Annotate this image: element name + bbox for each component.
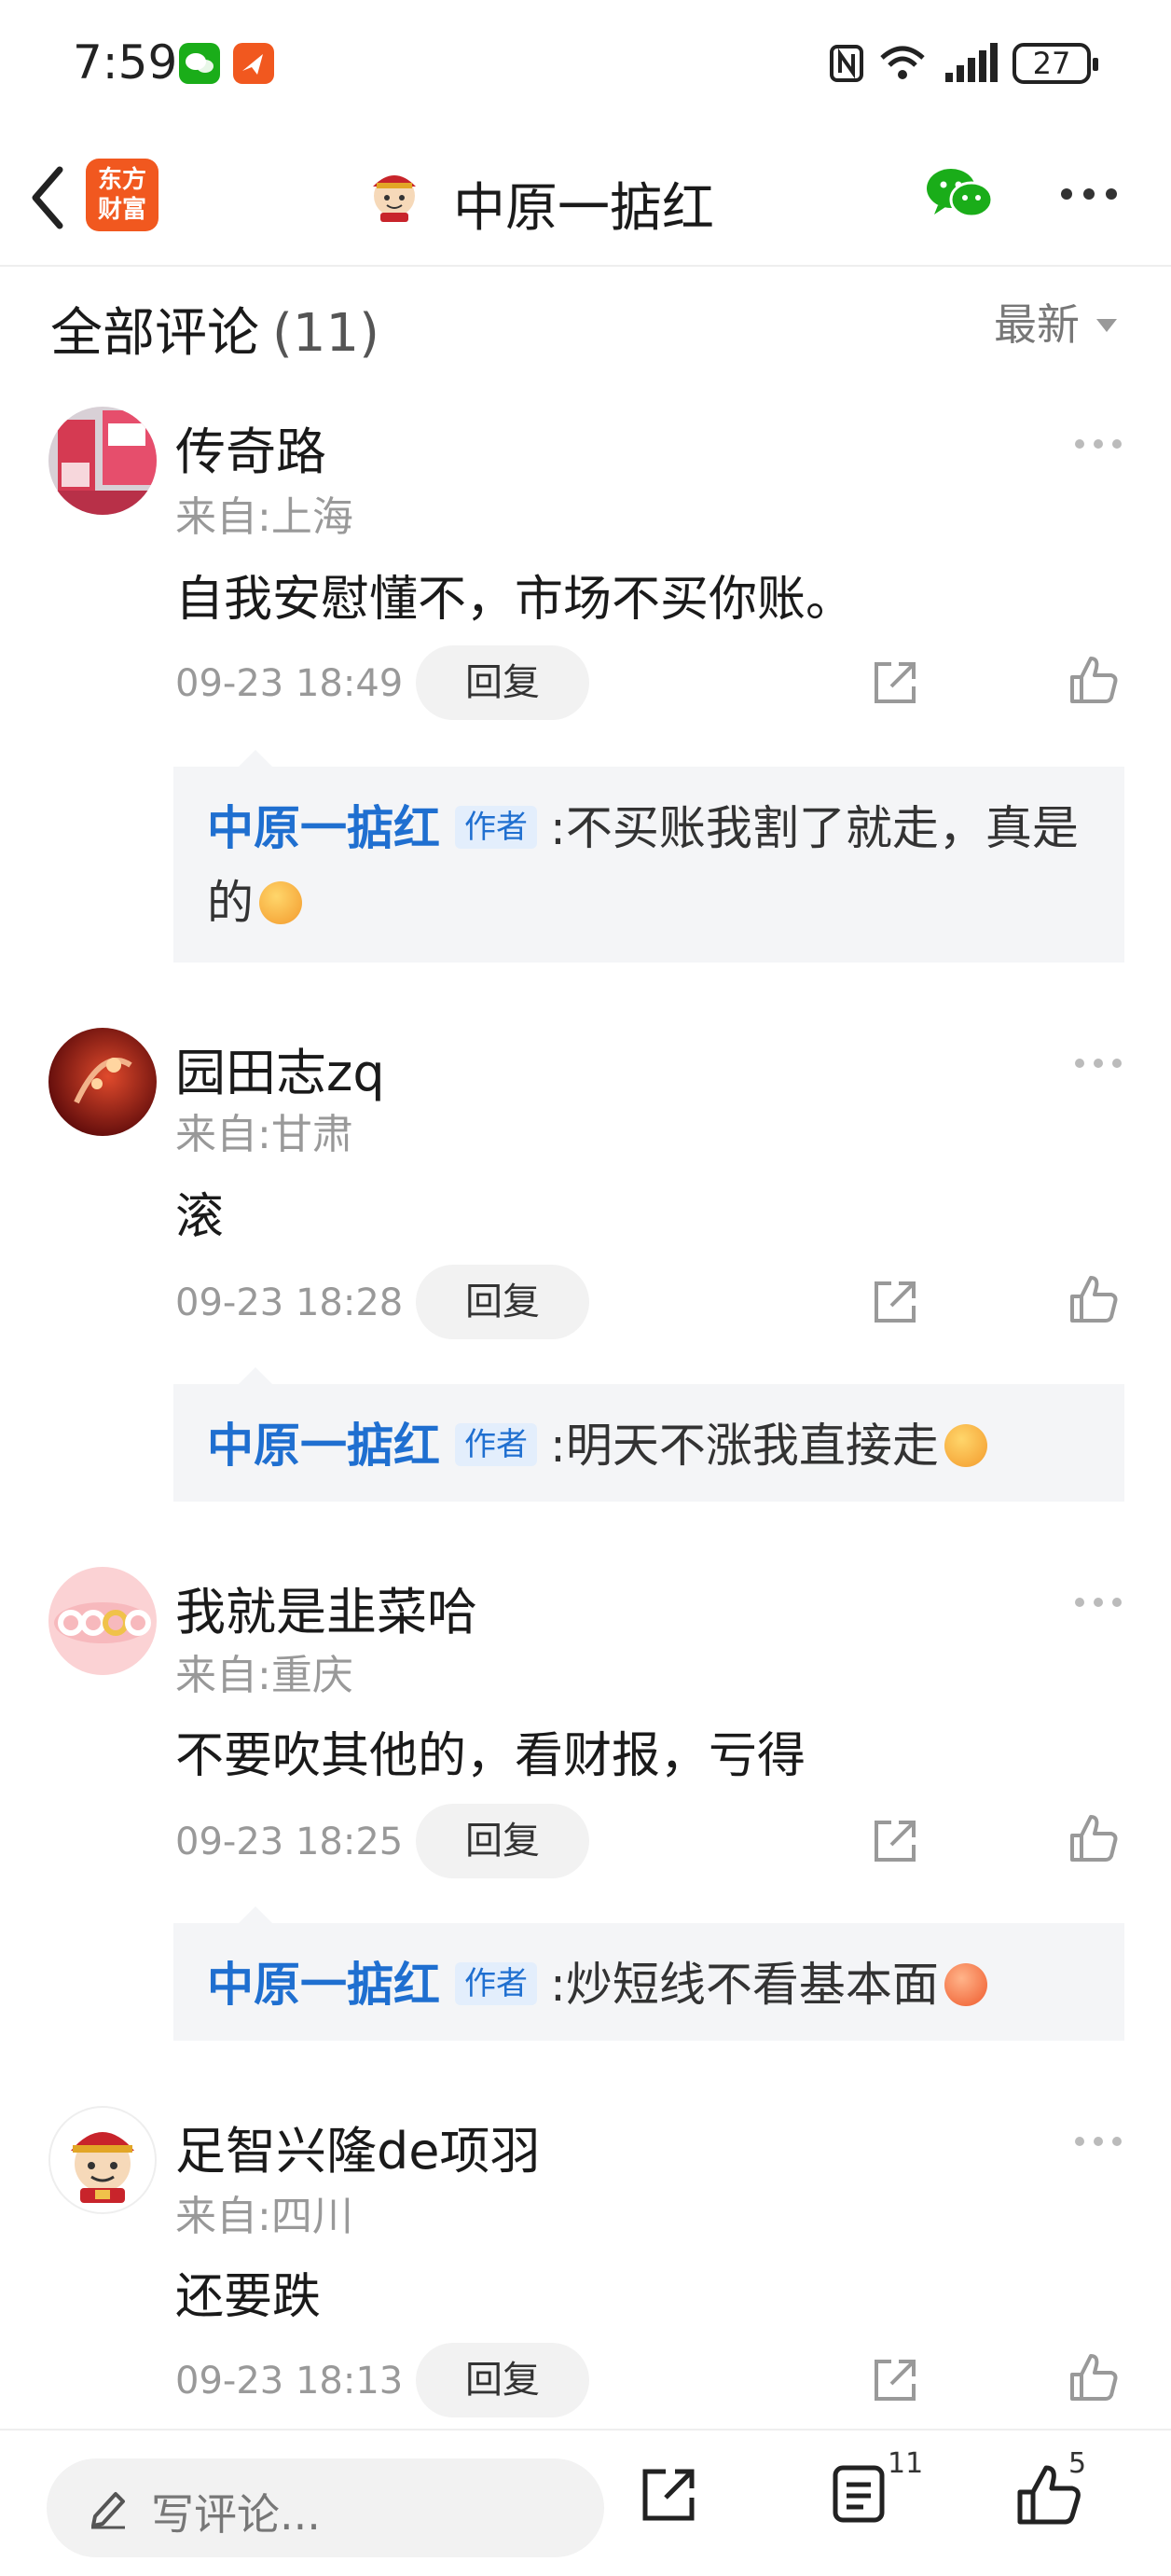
avatar[interactable]: [48, 407, 157, 515]
author-reply[interactable]: 中原一掂红 作者 :明天不涨我直接走: [173, 1367, 1124, 1502]
back-icon[interactable]: [24, 159, 71, 237]
nav-bar: 东方 财富 中原一掂红: [0, 131, 1171, 267]
username[interactable]: 足智兴隆de项羽: [175, 2110, 541, 2183]
battery-indicator: 27: [1013, 43, 1098, 84]
comment-text: 还要跌: [175, 2269, 322, 2325]
comment-count-badge: 11: [888, 2447, 924, 2480]
share-icon[interactable]: [871, 2356, 919, 2404]
comment-input[interactable]: 写评论...: [47, 2458, 604, 2557]
reply-author[interactable]: 中原一掂红: [207, 1958, 440, 2012]
comments-title: 全部评论: [50, 303, 259, 364]
page-title: 中原一掂红: [453, 178, 714, 239]
reply-notch: [239, 750, 272, 767]
emoji-icon: [944, 1423, 987, 1467]
comment-more-icon[interactable]: [1074, 1597, 1123, 1608]
logo-line-2: 财富: [97, 196, 146, 224]
comment-text: 不要吹其他的，看财报，亏得: [175, 1728, 806, 1784]
comment-more-icon[interactable]: [1074, 2136, 1123, 2147]
author-reply[interactable]: 中原一掂红 作者:不买账我割了就走，真是的: [173, 750, 1124, 963]
wechat-notification-icon: [179, 43, 220, 84]
signal-icon: [945, 43, 998, 82]
author-tag: 作者: [455, 805, 537, 849]
reply-button[interactable]: 回复: [416, 1265, 589, 1339]
location: 来自:四川: [175, 2193, 353, 2240]
username[interactable]: 园田志zq: [175, 1032, 385, 1105]
status-time: 7:59: [73, 35, 178, 90]
nfc-icon: [830, 45, 863, 82]
like-icon[interactable]: [1068, 2352, 1119, 2403]
reply-text: :炒短线不看基本面: [550, 1958, 939, 2012]
like-count-badge: 5: [1068, 2447, 1087, 2480]
comment-input-placeholder: 写评论...: [151, 2489, 321, 2540]
reply-button[interactable]: 回复: [416, 2343, 589, 2417]
reply-author[interactable]: 中原一掂红: [207, 1419, 440, 1473]
username[interactable]: 我就是韭菜哈: [175, 1571, 477, 1644]
avatar[interactable]: [48, 1028, 157, 1136]
location: 来自:甘肃: [175, 1111, 353, 1158]
wechat-icon[interactable]: [925, 164, 994, 222]
comment-text: 滚: [175, 1189, 225, 1245]
timestamp: 09-23 18:49: [175, 662, 404, 705]
bottom-bar: 写评论... 11 5: [0, 2429, 1171, 2576]
comment-more-icon[interactable]: [1074, 438, 1123, 450]
author-tag: 作者: [455, 1422, 537, 1466]
comments-header: 全部评论 (11): [50, 291, 379, 367]
comment-text: 自我安慰懂不，市场不买你账。: [175, 572, 855, 628]
like-icon[interactable]: [1068, 1274, 1119, 1324]
reply-author[interactable]: 中原一掂红: [207, 801, 440, 855]
comment-more-icon[interactable]: [1074, 1058, 1123, 1069]
username[interactable]: 传奇路: [175, 410, 326, 484]
author-avatar-icon: [373, 175, 416, 222]
reply-notch: [239, 1906, 272, 1923]
comments-count: (11): [272, 303, 379, 364]
author-tag: 作者: [455, 1961, 537, 2005]
emoji-icon: [944, 1962, 987, 2006]
emoji-icon: [259, 880, 302, 924]
sort-label: 最新: [994, 299, 1080, 350]
like-icon[interactable]: [1068, 655, 1119, 705]
wifi-icon: [880, 46, 925, 79]
sort-dropdown[interactable]: 最新: [994, 291, 1117, 353]
reply-button[interactable]: 回复: [416, 645, 589, 720]
location: 来自:重庆: [175, 1652, 353, 1699]
pencil-icon: [91, 2492, 125, 2529]
app-notification-icon: [233, 43, 274, 84]
status-bar: 7:59 27: [0, 0, 1171, 131]
timestamp: 09-23 18:28: [175, 1281, 404, 1324]
share-icon[interactable]: [640, 2464, 699, 2524]
app-logo[interactable]: 东方 财富: [86, 159, 158, 231]
share-icon[interactable]: [871, 658, 919, 707]
reply-text: :明天不涨我直接走: [550, 1419, 939, 1473]
logo-line-1: 东方: [97, 166, 146, 194]
location: 来自:上海: [175, 493, 353, 541]
timestamp: 09-23 18:13: [175, 2360, 404, 2403]
share-icon[interactable]: [871, 1278, 919, 1326]
avatar[interactable]: [48, 1567, 157, 1675]
more-icon[interactable]: [1059, 187, 1119, 201]
avatar[interactable]: [48, 2106, 157, 2214]
share-icon[interactable]: [871, 1817, 919, 1865]
author-reply[interactable]: 中原一掂红 作者 :炒短线不看基本面: [173, 1906, 1124, 2041]
chevron-down-icon: [1096, 318, 1117, 332]
reply-notch: [239, 1367, 272, 1384]
comments-icon[interactable]: [830, 2464, 889, 2524]
reply-button[interactable]: 回复: [416, 1804, 589, 1878]
timestamp: 09-23 18:25: [175, 1821, 404, 1863]
like-icon[interactable]: [1068, 1813, 1119, 1863]
